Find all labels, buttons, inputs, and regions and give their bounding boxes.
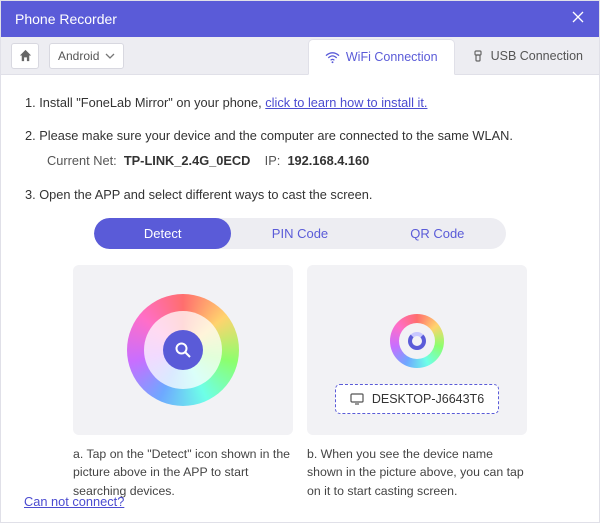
step-3: 3. Open the APP and select different way… (25, 185, 575, 204)
captions: a. Tap on the "Detect" icon shown in the… (25, 445, 575, 500)
step-1: 1. Install "FoneLab Mirror" on your phon… (25, 93, 575, 112)
platform-label: Android (58, 49, 99, 63)
ip-value: 192.168.4.160 (287, 153, 369, 168)
illustration-cards: DESKTOP-J6643T6 (25, 265, 575, 435)
tab-wifi-connection[interactable]: WiFi Connection (308, 39, 455, 75)
step-3-text: 3. Open the APP and select different way… (25, 187, 372, 202)
home-icon (18, 48, 33, 63)
tab-usb-label: USB Connection (491, 49, 583, 63)
segmented-control-wrap: Detect PIN Code QR Code (25, 218, 575, 249)
window-title: Phone Recorder (15, 11, 117, 27)
detect-illustration (73, 265, 293, 435)
device-name-text: DESKTOP-J6643T6 (372, 392, 484, 406)
caption-a: a. Tap on the "Detect" icon shown in the… (73, 445, 293, 500)
usb-icon (471, 49, 485, 63)
spinner-icon (408, 332, 426, 350)
seg-qr-code[interactable]: QR Code (369, 218, 506, 249)
seg-pin-code[interactable]: PIN Code (231, 218, 368, 249)
caption-b: b. When you see the device name shown in… (307, 445, 527, 500)
footer: Can not connect? (24, 494, 124, 509)
content: 1. Install "FoneLab Mirror" on your phon… (1, 75, 599, 512)
network-info: Current Net: TP-LINK_2.4G_0ECD IP: 192.1… (47, 151, 575, 170)
home-button[interactable] (11, 43, 39, 69)
ip-label: IP: (265, 153, 281, 168)
net-label: Current Net: (47, 153, 117, 168)
monitor-icon (350, 393, 364, 405)
seg-detect[interactable]: Detect (94, 218, 231, 249)
device-illustration: DESKTOP-J6643T6 (307, 265, 527, 435)
titlebar: Phone Recorder (1, 1, 599, 37)
close-icon[interactable] (571, 9, 585, 29)
device-name-box[interactable]: DESKTOP-J6643T6 (335, 384, 499, 414)
tab-wifi-label: WiFi Connection (346, 50, 438, 64)
step-1-text: 1. Install "FoneLab Mirror" on your phon… (25, 95, 265, 110)
chevron-down-icon (105, 51, 115, 61)
toolbar: Android WiFi Connection USB Connection (1, 37, 599, 75)
detect-ring (127, 294, 239, 406)
install-link[interactable]: click to learn how to install it. (265, 95, 427, 110)
search-icon (163, 330, 203, 370)
wifi-icon (325, 50, 340, 65)
loading-ring (390, 314, 444, 368)
platform-dropdown[interactable]: Android (49, 43, 124, 69)
step-2: 2. Please make sure your device and the … (25, 126, 575, 170)
connection-tabs: WiFi Connection USB Connection (308, 38, 599, 74)
segmented-control: Detect PIN Code QR Code (94, 218, 506, 249)
tab-usb-connection[interactable]: USB Connection (455, 38, 599, 74)
step-2-text: 2. Please make sure your device and the … (25, 128, 513, 143)
cannot-connect-link[interactable]: Can not connect? (24, 494, 124, 509)
net-value: TP-LINK_2.4G_0ECD (124, 153, 251, 168)
